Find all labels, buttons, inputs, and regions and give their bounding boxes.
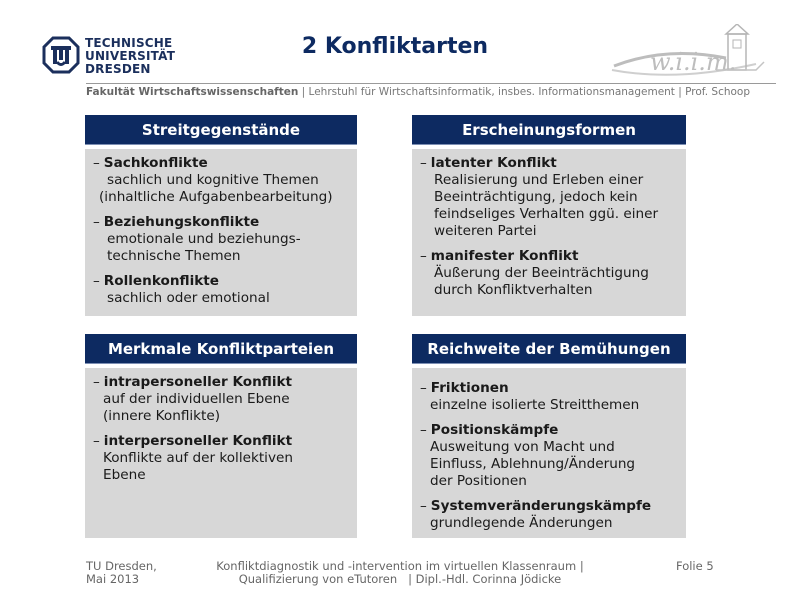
item-description: technische Themen [107, 248, 241, 264]
item-description: (inhaltliche Aufgabenbearbeitung) [99, 189, 333, 205]
bullet-dash: – [420, 248, 427, 264]
item-description: Ebene [103, 467, 146, 483]
item-description: sachlich und kognitive Themen [107, 172, 319, 188]
streitgegenstaende-panel: – Sachkonflikte sachlich und kognitive Th… [85, 149, 357, 316]
footer-date: TU Dresden, Mai 2013 [86, 560, 157, 586]
item-description: auf der individuellen Ebene [103, 391, 290, 407]
item-description: durch Konfliktverhalten [434, 282, 593, 298]
item-title: Beziehungskonflikte [103, 214, 260, 230]
item-title: manifester Konflikt [430, 248, 579, 264]
list-item: – intrapersoneller Konflikt auf der indiv… [93, 374, 349, 425]
reichweite-heading: Reichweite der Bemühungen [412, 334, 686, 364]
item-description: Beeinträchtigung, jedoch kein [434, 189, 638, 205]
bullet-dash: – [93, 273, 100, 289]
merkmale-panel: – intrapersoneller Konflikt auf der indiv… [85, 368, 357, 538]
logo-line: DRESDEN [85, 62, 151, 76]
item-description: Realisierung und Erleben einer [434, 172, 644, 188]
list-item: – Beziehungskonflikte emotionale und bezi… [93, 214, 349, 265]
item-description: der Positionen [430, 473, 527, 489]
bullet-dash: – [93, 155, 100, 171]
header-divider [86, 83, 776, 84]
bullet-dash: – [93, 214, 100, 230]
item-description: Konflikte auf der kollektiven [103, 450, 293, 466]
slide-number: Folie 5 [676, 559, 714, 573]
list-item: – latenter Konflikt Realisierung und Erle… [420, 155, 678, 240]
merkmale-heading: Merkmale Konfliktparteien [85, 334, 357, 364]
item-title: interpersoneller Konflikt [103, 433, 293, 449]
streitgegenstaende-heading: Streitgegenstände [85, 115, 357, 145]
chair-name: | Lehrstuhl für Wirtschaftsinformatik, i… [298, 86, 751, 98]
footer-course-title: Konfliktdiagnostik und -intervention im … [200, 560, 600, 586]
item-title: Positionskämpfe [430, 422, 559, 438]
item-description: einzelne isolierte Streitthemen [430, 397, 640, 413]
bullet-dash: – [420, 155, 427, 171]
item-title: latenter Konflikt [430, 155, 557, 171]
list-item: – Sachkonflikte sachlich und kognitive Th… [93, 155, 349, 206]
list-item: – manifester Konflikt Äußerung der Beeint… [420, 248, 678, 299]
list-item: – Rollenkonflikte sachlich oder emotional [93, 273, 349, 307]
item-description: (innere Konflikte) [103, 408, 221, 424]
wiim-logo: w.i.i.m. [606, 22, 776, 84]
faculty-name: Fakultät Wirtschaftswissenschaften [86, 86, 299, 98]
item-title: intrapersoneller Konflikt [103, 374, 293, 390]
erscheinungsformen-panel: – latenter Konflikt Realisierung und Erle… [412, 149, 686, 316]
list-item: – Positionskämpfe Ausweitung von Macht un… [420, 422, 678, 490]
item-description: weiteren Partei [434, 223, 537, 239]
item-description: emotionale und beziehungs- [107, 231, 301, 247]
item-description: Äußerung der Beeinträchtigung [434, 265, 649, 281]
bullet-dash: – [420, 498, 427, 514]
item-description: grundlegende Änderungen [430, 515, 613, 531]
footer-month: Mai 2013 [86, 572, 140, 586]
erscheinungsformen-heading: Erscheinungsformen [412, 115, 686, 145]
list-item: – interpersoneller Konflikt Konflikte auf… [93, 433, 349, 484]
item-description: Einfluss, Ablehnung/Änderung [430, 456, 636, 472]
bullet-dash: – [93, 374, 100, 390]
item-description: sachlich oder emotional [107, 290, 270, 306]
bullet-dash: – [93, 433, 100, 449]
bullet-dash: – [420, 422, 427, 438]
wiim-logo-icon: w.i.i.m. [611, 22, 765, 76]
bullet-dash: – [420, 380, 427, 396]
item-title: Rollenkonflikte [103, 273, 220, 289]
svg-text:w.i.i.m.: w.i.i.m. [650, 48, 736, 76]
item-description: feindseliges Verhalten ggü. einer [434, 206, 659, 222]
item-title: Systemveränderungskämpfe [430, 498, 652, 514]
faculty-line: Fakultät Wirtschaftswissenschaften | Leh… [86, 86, 750, 98]
footer-course-line: Qualifizierung von eTutoren | Dipl.-Hdl.… [238, 572, 562, 586]
reichweite-panel: – Friktionen einzelne isolierte Streitthe… [412, 368, 686, 538]
item-title: Sachkonflikte [103, 155, 208, 171]
list-item: – Friktionen einzelne isolierte Streitthe… [420, 380, 678, 414]
item-description: Ausweitung von Macht und [430, 439, 615, 455]
item-title: Friktionen [430, 380, 509, 396]
list-item: – Systemveränderungskämpfe grundlegende Ä… [420, 498, 678, 532]
